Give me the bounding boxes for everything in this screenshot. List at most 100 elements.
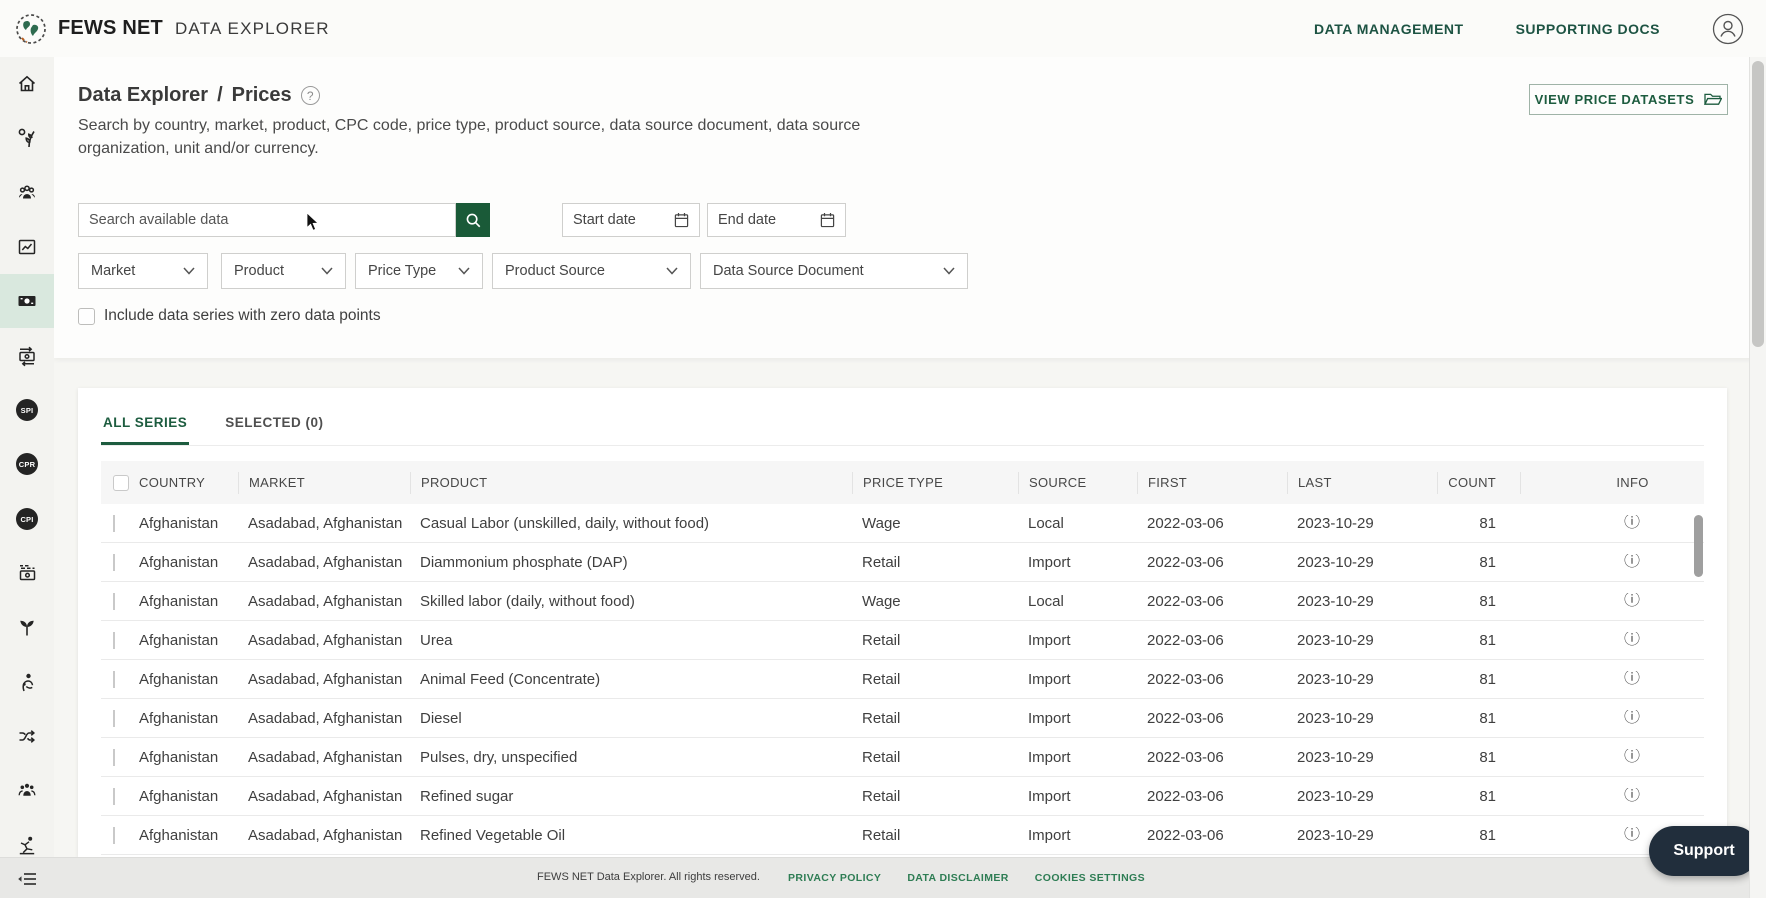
info-circle-icon[interactable]: ⓘ <box>1624 827 1640 843</box>
tab-selected[interactable]: SELECTED (0) <box>223 409 325 445</box>
cell-market: Asadabad, Afghanistan <box>248 631 403 649</box>
nav-supporting-docs[interactable]: SUPPORTING DOCS <box>1516 21 1660 37</box>
col-count[interactable]: COUNT <box>1437 471 1520 494</box>
data-disclaimer-link[interactable]: DATA DISCLAIMER <box>907 872 1008 884</box>
sidebar-item-cpi[interactable]: CPI <box>0 492 54 546</box>
sidebar-item-cpr[interactable]: CPR <box>0 437 54 491</box>
zero-datapoints-row: Include data series with zero data point… <box>78 307 381 325</box>
cell-count: 81 <box>1479 826 1496 844</box>
sidebar-item-trade-flows[interactable] <box>0 709 54 763</box>
info-circle-icon[interactable]: ⓘ <box>1624 632 1640 648</box>
sidebar-item-price-bulletins[interactable] <box>0 220 54 274</box>
search-icon <box>466 213 481 228</box>
sidebar-item-markets[interactable] <box>0 166 54 220</box>
col-info[interactable]: INFO <box>1520 471 1704 494</box>
cell-market: Asadabad, Afghanistan <box>248 553 403 571</box>
row-checkbox[interactable] <box>113 553 115 571</box>
cell-market: Asadabad, Afghanistan <box>248 826 403 844</box>
market-select[interactable]: Market <box>78 253 208 289</box>
sidebar-item-exchange-rates[interactable] <box>0 329 54 383</box>
cell-price-type: Retail <box>862 709 901 727</box>
info-circle-icon[interactable]: ⓘ <box>1624 749 1640 765</box>
cell-market: Asadabad, Afghanistan <box>248 709 403 727</box>
col-first[interactable]: FIRST <box>1137 471 1287 494</box>
row-checkbox[interactable] <box>113 826 115 844</box>
cookies-settings-link[interactable]: COOKIES SETTINGS <box>1035 872 1145 884</box>
info-circle-icon[interactable]: ⓘ <box>1624 788 1640 804</box>
calendar-icon <box>820 212 835 228</box>
col-product[interactable]: PRODUCT <box>410 471 852 494</box>
page-scrollbar-thumb[interactable] <box>1752 61 1764 347</box>
table-body: Afghanistan Asadabad, Afghanistan Casual… <box>101 504 1704 855</box>
cell-source: Import <box>1028 787 1071 805</box>
collapse-sidebar-button[interactable] <box>10 865 44 893</box>
cell-first: 2022-03-06 <box>1147 826 1224 844</box>
row-checkbox[interactable] <box>113 514 115 532</box>
price-type-select-label: Price Type <box>368 263 437 279</box>
col-market[interactable]: MARKET <box>238 471 410 494</box>
sidebar-item-home[interactable] <box>0 57 54 111</box>
table-row: Afghanistan Asadabad, Afghanistan Refine… <box>101 816 1704 855</box>
view-price-datasets-button[interactable]: VIEW PRICE DATASETS <box>1529 84 1728 115</box>
price-bulletin-icon <box>18 239 36 255</box>
top-header: FEWS NET DATA EXPLORER DATA MANAGEMENT S… <box>0 0 1766 57</box>
user-avatar-icon[interactable] <box>1712 13 1744 45</box>
cell-country: Afghanistan <box>139 826 219 844</box>
chevron-down-icon <box>458 267 470 275</box>
sidebar-item-nutrition[interactable] <box>0 655 54 709</box>
copyright-text: FEWS NET Data Explorer. All rights reser… <box>537 871 760 883</box>
product-select[interactable]: Product <box>221 253 346 289</box>
sidebar-item-spi[interactable]: SPI <box>0 383 54 437</box>
support-button[interactable]: Support <box>1649 826 1759 876</box>
sidebar-item-prices[interactable] <box>0 274 54 328</box>
info-circle-icon[interactable]: ⓘ <box>1624 554 1640 570</box>
row-checkbox[interactable] <box>113 748 115 766</box>
search-button[interactable] <box>456 203 490 237</box>
privacy-policy-link[interactable]: PRIVACY POLICY <box>788 872 881 884</box>
info-circle-icon[interactable]: ⓘ <box>1624 710 1640 726</box>
row-checkbox[interactable] <box>113 592 115 610</box>
col-source[interactable]: SOURCE <box>1018 471 1137 494</box>
population-icon <box>18 783 36 796</box>
data-source-document-select[interactable]: Data Source Document <box>700 253 968 289</box>
cell-count: 81 <box>1479 592 1496 610</box>
row-checkbox[interactable] <box>113 787 115 805</box>
cell-info: ⓘ <box>1520 671 1704 687</box>
col-country[interactable]: COUNTRY <box>137 472 238 494</box>
search-input[interactable] <box>78 203 456 237</box>
row-checkbox-cell <box>101 553 137 571</box>
sidebar-item-agriculture[interactable] <box>0 600 54 654</box>
series-table: COUNTRY MARKET PRODUCT PRICE TYPE SOURCE… <box>101 461 1704 855</box>
help-icon[interactable]: ? <box>300 86 320 105</box>
col-price-type[interactable]: PRICE TYPE <box>852 471 1018 494</box>
sidebar-item-crop-prices[interactable] <box>0 111 54 165</box>
cell-first: 2022-03-06 <box>1147 631 1224 649</box>
page-scrollbar[interactable] <box>1749 57 1766 898</box>
sidebar-item-cash-flow[interactable] <box>0 546 54 600</box>
search-row <box>78 203 490 237</box>
product-source-select[interactable]: Product Source <box>492 253 691 289</box>
sidebar-item-population[interactable] <box>0 763 54 817</box>
nav-data-management[interactable]: DATA MANAGEMENT <box>1314 21 1464 37</box>
info-circle-icon[interactable]: ⓘ <box>1624 593 1640 609</box>
row-checkbox[interactable] <box>113 631 115 649</box>
breadcrumb: Data Explorer / Prices ? <box>78 84 320 107</box>
select-all-checkbox[interactable] <box>113 474 129 491</box>
cell-market: Asadabad, Afghanistan <box>248 748 403 766</box>
table-row: Afghanistan Asadabad, Afghanistan Casual… <box>101 504 1704 543</box>
table-scrollbar-thumb[interactable] <box>1694 515 1703 577</box>
tab-all-series[interactable]: ALL SERIES <box>101 409 190 445</box>
col-last[interactable]: LAST <box>1287 471 1437 494</box>
cell-country: Afghanistan <box>139 670 219 688</box>
row-checkbox[interactable] <box>113 670 115 688</box>
fieldwork-icon <box>19 836 35 855</box>
info-circle-icon[interactable]: ⓘ <box>1624 671 1640 687</box>
end-date-input[interactable]: End date <box>707 203 846 237</box>
row-checkbox[interactable] <box>113 709 115 727</box>
chevron-down-icon <box>943 267 955 275</box>
start-date-input[interactable]: Start date <box>562 203 700 237</box>
info-circle-icon[interactable]: ⓘ <box>1624 515 1640 531</box>
zero-datapoints-checkbox[interactable] <box>78 307 95 325</box>
table-row: Afghanistan Asadabad, Afghanistan Pulses… <box>101 738 1704 777</box>
price-type-select[interactable]: Price Type <box>355 253 483 289</box>
